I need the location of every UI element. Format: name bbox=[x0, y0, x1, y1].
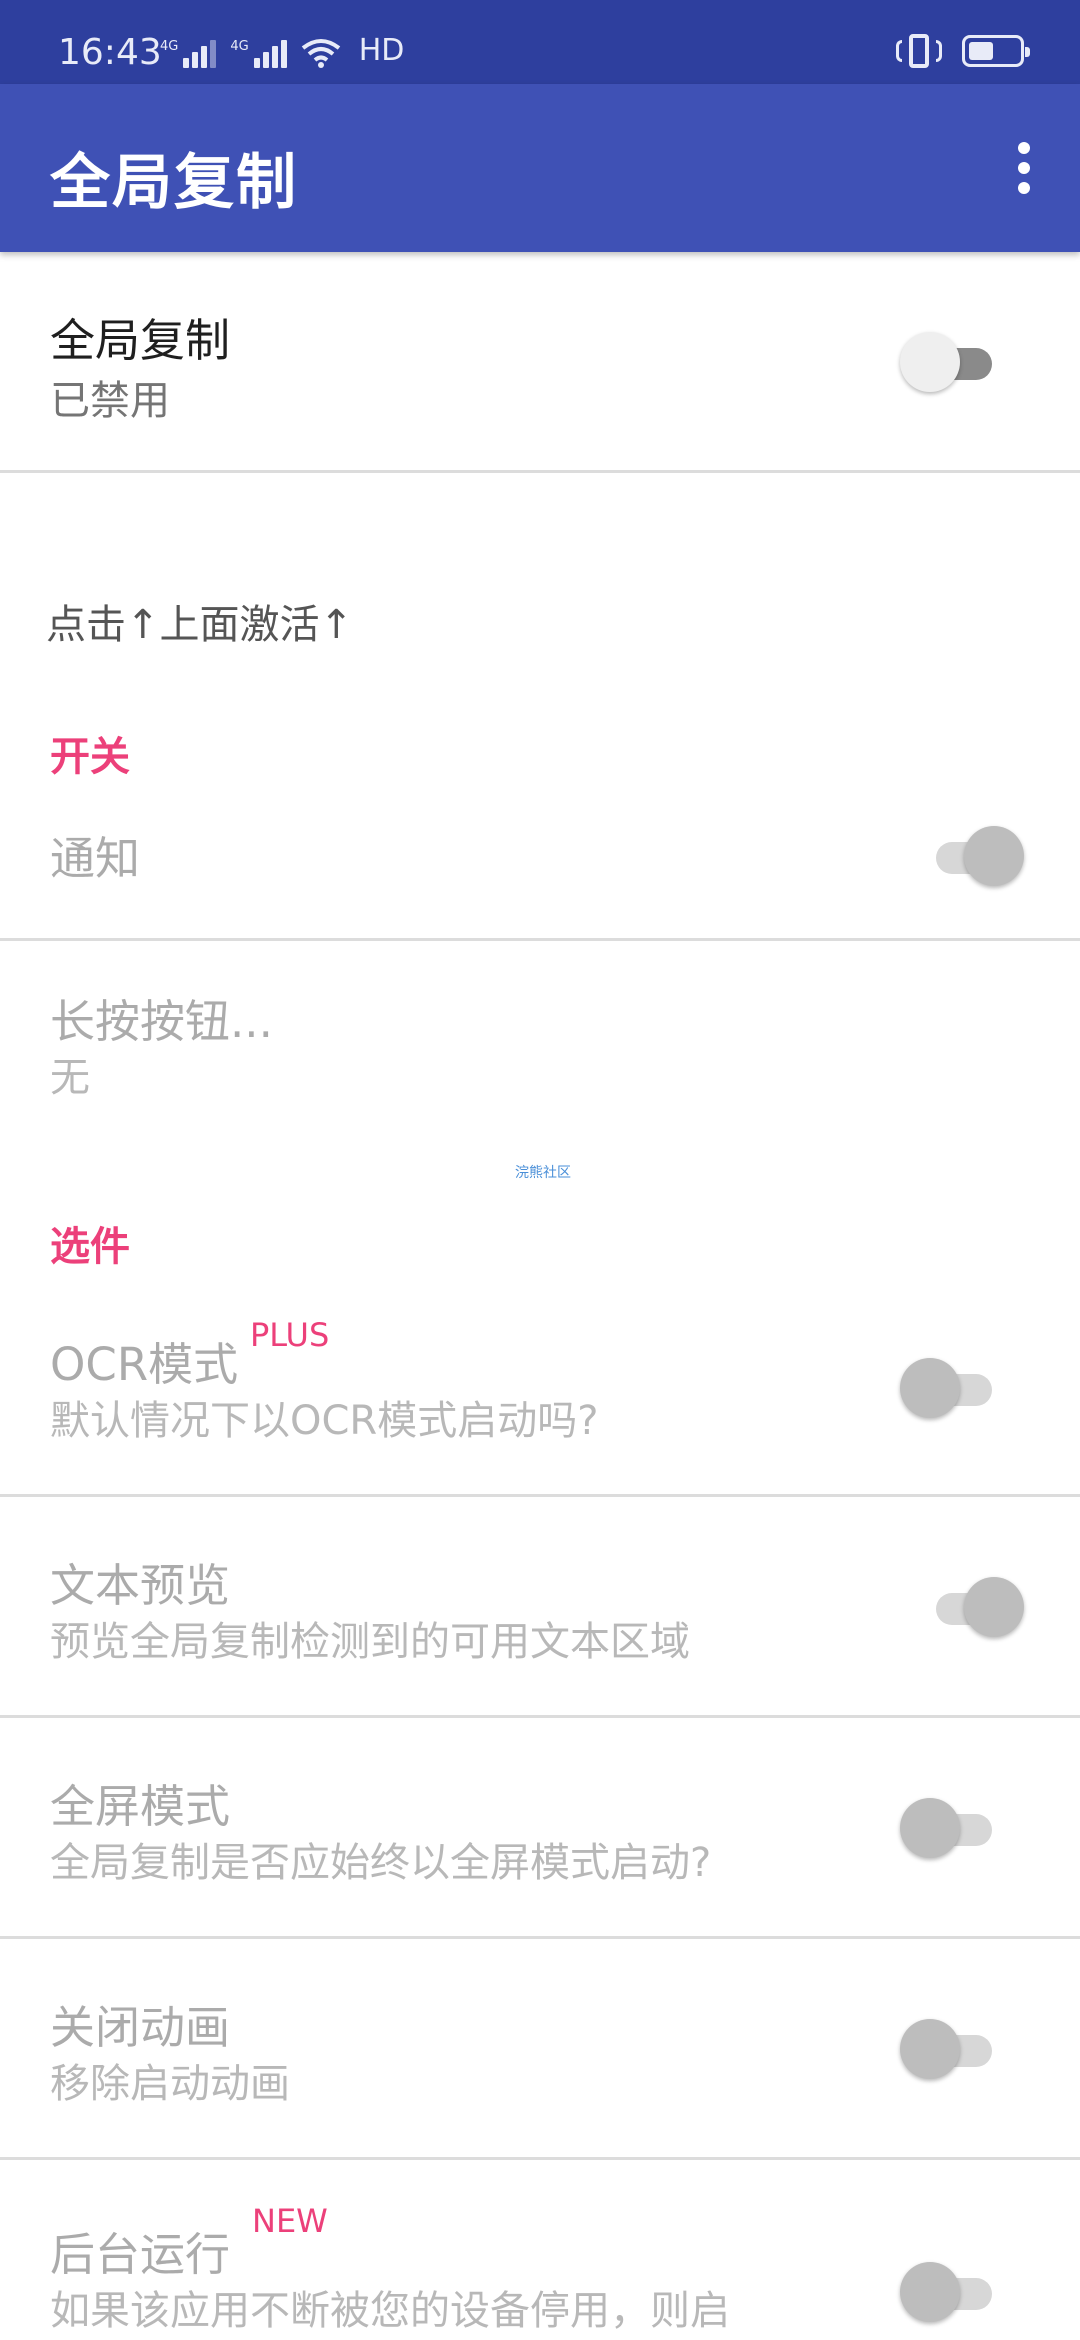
notification-switch[interactable] bbox=[924, 824, 1024, 888]
fullscreen-title: 全屏模式 bbox=[50, 1780, 231, 1833]
vibrate-icon bbox=[896, 34, 942, 68]
notification-row[interactable]: 通知 bbox=[0, 782, 1080, 938]
section-header-switches: 开关 bbox=[50, 734, 130, 780]
signal-sim1-icon: 4G bbox=[160, 40, 217, 68]
long-press-value: 无 bbox=[50, 1055, 90, 1101]
disable-animation-summary: 移除启动动画 bbox=[50, 2061, 290, 2107]
long-press-title: 长按按钮... bbox=[50, 995, 273, 1048]
long-press-row[interactable]: 长按按钮... 无 bbox=[0, 941, 1080, 1131]
background-run-summary: 如果该应用不断被您的设备停用，则启 bbox=[50, 2288, 730, 2334]
ocr-mode-title: OCR模式 bbox=[50, 1338, 239, 1391]
hd-voice-indicator: HD bbox=[358, 33, 405, 68]
clock: 16:43 bbox=[58, 32, 162, 73]
text-preview-switch[interactable] bbox=[924, 1575, 1024, 1639]
network-indicators: 4G 4G HD bbox=[160, 34, 404, 68]
master-toggle-title: 全局复制 bbox=[50, 314, 231, 367]
master-toggle-summary: 已禁用 bbox=[50, 378, 170, 424]
text-preview-row[interactable]: 文本预览 预览全局复制检测到的可用文本区域 bbox=[0, 1497, 1080, 1715]
fullscreen-switch[interactable] bbox=[900, 1796, 1000, 1860]
activation-hint: 点击↑上面激活↑ bbox=[46, 602, 354, 648]
ocr-mode-summary: 默认情况下以OCR模式启动吗? bbox=[50, 1398, 599, 1444]
new-badge: NEW bbox=[252, 2202, 328, 2240]
background-run-switch[interactable] bbox=[900, 2260, 1000, 2324]
plus-badge: PLUS bbox=[250, 1316, 330, 1354]
app-bar: 全局复制 bbox=[0, 84, 1080, 252]
status-bar: 16:43 4G 4G HD bbox=[0, 0, 1080, 84]
text-preview-title: 文本预览 bbox=[50, 1559, 231, 1612]
disable-animation-switch[interactable] bbox=[900, 2017, 1000, 2081]
disable-animation-row[interactable]: 关闭动画 移除启动动画 bbox=[0, 1939, 1080, 2157]
watermark: 浣熊社区 bbox=[515, 1165, 571, 1181]
fullscreen-summary: 全局复制是否应始终以全屏模式启动? bbox=[50, 1840, 712, 1886]
master-toggle-row[interactable]: 全局复制 已禁用 bbox=[0, 252, 1080, 470]
master-toggle-switch[interactable] bbox=[900, 330, 1000, 394]
notification-title: 通知 bbox=[50, 832, 141, 885]
wifi-icon bbox=[301, 39, 340, 68]
background-run-row[interactable]: 后台运行 NEW 如果该应用不断被您的设备停用，则启 bbox=[0, 2160, 1080, 2340]
ocr-mode-row[interactable]: OCR模式 PLUS 默认情况下以OCR模式启动吗? bbox=[0, 1278, 1080, 1494]
ocr-mode-switch[interactable] bbox=[900, 1356, 1000, 1420]
battery-icon bbox=[962, 35, 1030, 67]
text-preview-summary: 预览全局复制检测到的可用文本区域 bbox=[50, 1619, 690, 1665]
background-run-title: 后台运行 bbox=[50, 2228, 231, 2281]
disable-animation-title: 关闭动画 bbox=[50, 2001, 231, 2054]
signal-sim2-icon: 4G bbox=[230, 40, 287, 68]
fullscreen-row[interactable]: 全屏模式 全局复制是否应始终以全屏模式启动? bbox=[0, 1718, 1080, 1936]
more-vert-icon[interactable] bbox=[992, 132, 1056, 204]
divider bbox=[0, 470, 1080, 473]
section-header-options: 选件 bbox=[50, 1224, 130, 1270]
app-title: 全局复制 bbox=[50, 148, 298, 218]
